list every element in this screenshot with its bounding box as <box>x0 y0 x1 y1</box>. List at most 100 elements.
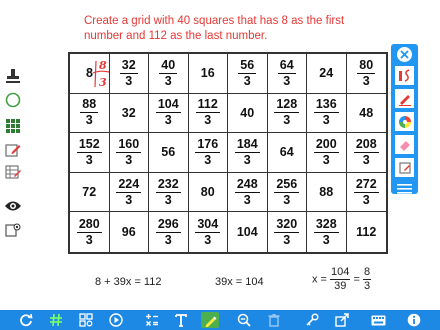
grid-cell[interactable]: 112 <box>347 212 387 252</box>
fraction-denominator: 3 <box>85 152 93 167</box>
pen-color-icon[interactable] <box>395 66 414 85</box>
eye-icon[interactable] <box>3 196 23 216</box>
trash-icon[interactable] <box>266 312 282 328</box>
eye-box-icon[interactable] <box>3 220 23 240</box>
grid-cell[interactable]: 224 3 <box>109 172 149 213</box>
close-icon[interactable] <box>397 47 412 62</box>
grid-cell[interactable]: 328 3 <box>307 212 347 252</box>
keyboard-icon[interactable] <box>370 312 386 328</box>
cell-fraction: 104 3 <box>155 97 181 128</box>
grid-cell[interactable]: 176 3 <box>188 133 228 173</box>
stamp-icon[interactable] <box>3 66 23 86</box>
grid-cell[interactable]: 152 3 <box>70 133 110 173</box>
grid-cell[interactable]: 56 <box>149 133 189 173</box>
grid-cell[interactable]: 104 <box>228 212 268 252</box>
grid-cell[interactable]: 248 3 <box>228 172 268 213</box>
cell-fraction: 272 3 <box>353 176 379 208</box>
grid-cell[interactable]: 272 3 <box>346 173 386 213</box>
edit-box-icon[interactable] <box>3 140 23 160</box>
cell-fraction: 232 3 <box>155 177 181 208</box>
grid-cell[interactable]: 64 <box>267 133 307 173</box>
pen-tool-icon[interactable] <box>201 312 219 328</box>
grid-cell[interactable]: 128 3 <box>267 93 307 134</box>
zoom-out-icon[interactable] <box>236 312 252 328</box>
prompt-line: Create a grid with 40 squares that has 8… <box>84 15 345 27</box>
text-tool-icon[interactable] <box>173 312 189 328</box>
fraction-denominator: 3 <box>164 113 172 128</box>
cell-fraction: 80 3 <box>357 58 376 89</box>
color-wheel-icon[interactable] <box>395 112 414 131</box>
grid-cell[interactable]: 16 <box>188 54 228 94</box>
fraction-numerator: 32 <box>119 57 138 74</box>
cell-value: 40 <box>240 105 255 120</box>
share-icon[interactable] <box>334 312 350 328</box>
grid-cell[interactable]: 72 <box>70 172 110 213</box>
cell-value: 88 <box>319 185 334 200</box>
menu-icon[interactable] <box>397 181 412 194</box>
grid-cell[interactable]: 32 <box>109 93 149 134</box>
fraction-numerator: 184 <box>234 136 260 153</box>
grid-cell[interactable]: 88 <box>307 172 347 213</box>
cell-fraction: 256 3 <box>274 177 300 208</box>
grid-cell[interactable]: 280 3 <box>70 212 110 252</box>
operations-icon[interactable] <box>144 312 160 328</box>
fraction-denominator: 3 <box>362 152 370 167</box>
grid-cell[interactable]: 64 3 <box>267 54 307 94</box>
grid-cell[interactable]: 80 <box>188 172 228 213</box>
eraser-icon[interactable] <box>395 135 414 154</box>
grid-cell[interactable]: 296 3 <box>149 212 189 252</box>
fraction-numerator: 64 <box>277 57 296 74</box>
grid-cell[interactable]: 56 3 <box>228 54 268 94</box>
grid-cell[interactable]: 883 <box>70 54 110 94</box>
grid-cell[interactable]: 200 3 <box>307 133 347 173</box>
table-edit-icon[interactable] <box>3 162 23 182</box>
cell-fraction: 160 3 <box>116 137 142 168</box>
grid-cell[interactable]: 80 3 <box>346 54 386 94</box>
cell-fraction: 320 3 <box>274 216 300 248</box>
grid-cell[interactable]: 40 3 <box>149 54 189 94</box>
play-icon[interactable] <box>108 312 124 328</box>
grid-cell[interactable]: 112 3 <box>188 93 228 134</box>
note-icon[interactable] <box>395 158 414 177</box>
fraction: 104 39 <box>330 266 351 292</box>
circle-icon[interactable] <box>3 90 23 110</box>
grid-cell[interactable]: 104 3 <box>149 93 189 134</box>
grid-cell[interactable]: 184 3 <box>228 133 268 173</box>
grid-settings-icon[interactable] <box>78 312 94 328</box>
fraction-numerator: 88 <box>80 97 99 114</box>
fraction-denominator: 3 <box>362 192 370 207</box>
hash-icon[interactable] <box>48 312 64 328</box>
info-icon[interactable] <box>406 312 422 328</box>
grid-cell[interactable]: 883 <box>70 93 110 134</box>
fraction-numerator: 40 <box>159 57 178 74</box>
cell-value: 80 <box>200 185 215 200</box>
cell-value: 24 <box>319 66 334 81</box>
grid-cell[interactable]: 32 3 <box>109 54 149 94</box>
handwritten-numerator: 8 <box>99 59 107 72</box>
grid-cell[interactable]: 48 <box>346 94 386 134</box>
grid-cell[interactable]: 304 3 <box>189 212 228 252</box>
cell-value: 72 <box>82 185 97 200</box>
fraction-denominator: 3 <box>125 152 133 167</box>
grid-cell[interactable]: 232 3 <box>149 172 189 213</box>
drawing-tools-panel <box>391 44 418 194</box>
grid-cell[interactable]: 96 <box>110 212 149 252</box>
handwritten-denominator: 3 <box>99 76 107 89</box>
cell-fraction: 200 3 <box>313 137 339 168</box>
grid-cell[interactable]: 160 3 <box>109 133 149 173</box>
key-icon[interactable] <box>304 312 320 328</box>
fraction-denominator: 3 <box>243 152 251 167</box>
fraction-numerator: 272 <box>353 176 379 193</box>
fraction-numerator: 128 <box>274 97 300 114</box>
grid-cell[interactable]: 320 3 <box>268 212 307 252</box>
fraction-numerator: 320 <box>274 216 300 233</box>
highlighter-icon[interactable] <box>395 89 414 108</box>
refresh-icon[interactable] <box>18 312 34 328</box>
grid-cell[interactable]: 256 3 <box>267 172 307 213</box>
grid-icon[interactable] <box>3 116 23 136</box>
grid-cell[interactable]: 40 <box>228 93 268 134</box>
grid-cell[interactable]: 136 3 <box>307 93 347 134</box>
grid-cell[interactable]: 208 3 <box>346 133 386 173</box>
grid-cell[interactable]: 24 <box>307 54 347 94</box>
cell-fraction: 40 3 <box>159 57 178 89</box>
